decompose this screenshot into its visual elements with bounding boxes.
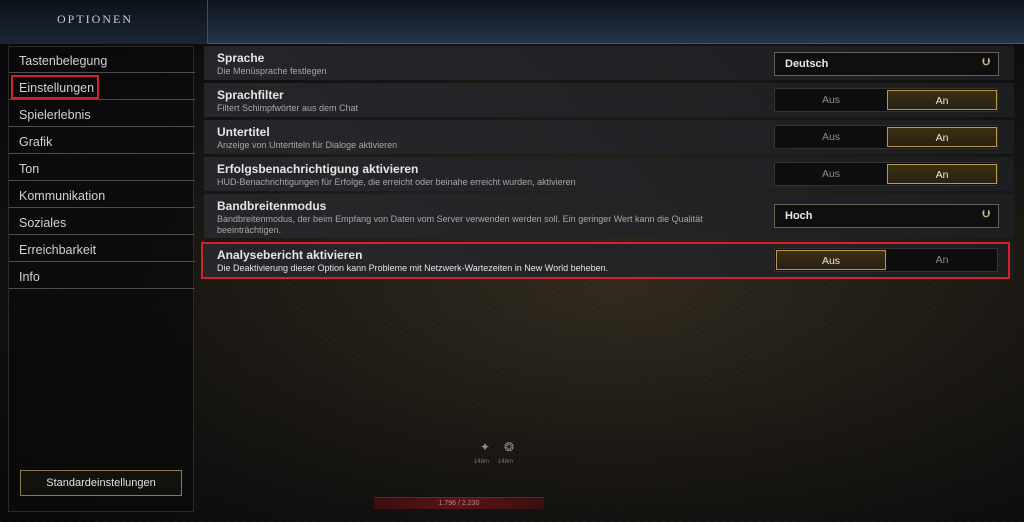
setting-description: Bandbreitenmodus, der beim Empfang von D… (217, 214, 703, 235)
bandwidth-dropdown[interactable]: Hoch ⮋ (774, 204, 999, 228)
reset-defaults-button[interactable]: Standardeinstellungen (20, 470, 182, 496)
sidebar-item-label: Spielerlebnis (19, 108, 91, 122)
sidebar: Tastenbelegung Einstellungen Spielerlebn… (8, 46, 195, 512)
setting-row-erfolgsbenachrichtigung: Erfolgsbenachrichtigung aktivieren HUD-B… (204, 157, 1014, 191)
toggle-option-on[interactable]: An (887, 127, 997, 147)
setting-description: Die Menüsprache festlegen (217, 66, 327, 76)
setting-title: Sprachfilter (217, 88, 284, 102)
setting-title: Erfolgsbenachrichtigung aktivieren (217, 162, 419, 176)
sidebar-item-erreichbarkeit[interactable]: Erreichbarkeit (9, 236, 195, 262)
options-tab[interactable]: OPTIONEN (0, 0, 208, 44)
options-window: OPTIONEN Tastenbelegung Einstellungen Sp… (0, 0, 1024, 522)
chevron-down-icon: ⮋ (982, 209, 990, 220)
sidebar-item-info[interactable]: Info (9, 263, 195, 289)
setting-row-sprache: Sprache Die Menüsprache festlegen Deutsc… (204, 46, 1014, 80)
toggle-option-on[interactable]: An (887, 90, 997, 110)
toggle-option-off[interactable]: Aus (776, 90, 886, 110)
page-title: OPTIONEN (57, 12, 133, 26)
sidebar-item-label: Soziales (19, 216, 67, 230)
sidebar-item-label: Info (19, 270, 40, 284)
health-bar: 1.796 / 2.230 (374, 497, 544, 509)
dropdown-value: Deutsch (785, 58, 829, 70)
setting-row-sprachfilter: Sprachfilter Filtert Schimpfwörter aus d… (204, 83, 1014, 117)
setting-description: Anzeige von Untertiteln für Dialoge akti… (217, 140, 398, 150)
header-bar: OPTIONEN (0, 0, 1024, 44)
sidebar-item-grafik[interactable]: Grafik (9, 128, 195, 154)
sidebar-item-label: Ton (19, 162, 40, 176)
toggle-option-on[interactable]: An (887, 164, 997, 184)
setting-description: HUD-Benachrichtigungen für Erfolge, die … (217, 177, 576, 187)
setting-title: Untertitel (217, 125, 270, 139)
sidebar-item-label: Kommunikation (19, 189, 106, 203)
sidebar-item-spielerlebnis[interactable]: Spielerlebnis (9, 101, 195, 127)
sidebar-item-ton[interactable]: Ton (9, 155, 195, 181)
sparkle-icon: ✦ (479, 440, 491, 454)
selected-item-highlight (11, 75, 99, 99)
untertitel-toggle: Aus An (774, 125, 998, 149)
wolf-icon: ❂ (503, 440, 515, 454)
erfolg-toggle: Aus An (774, 162, 998, 186)
sidebar-item-label: Grafik (19, 135, 53, 149)
sidebar-item-soziales[interactable]: Soziales (9, 209, 195, 235)
toggle-option-off[interactable]: Aus (776, 164, 886, 184)
sidebar-item-label: Tastenbelegung (19, 54, 108, 68)
health-text: 1.796 / 2.230 (438, 500, 480, 507)
hud-distance-right: 148m (498, 459, 514, 465)
analyse-row-highlight (201, 242, 1010, 279)
sidebar-item-tastenbelegung[interactable]: Tastenbelegung (9, 47, 195, 73)
sidebar-item-label: Erreichbarkeit (19, 243, 97, 257)
setting-title: Sprache (217, 51, 265, 65)
dropdown-value: Hoch (785, 210, 813, 222)
sidebar-item-kommunikation[interactable]: Kommunikation (9, 182, 195, 208)
setting-description: Filtert Schimpfwörter aus dem Chat (217, 103, 359, 113)
toggle-option-off[interactable]: Aus (776, 127, 886, 147)
chevron-down-icon: ⮋ (982, 57, 990, 68)
setting-row-bandbreitenmodus: Bandbreitenmodus Bandbreitenmodus, der b… (204, 194, 1014, 238)
setting-row-untertitel: Untertitel Anzeige von Untertiteln für D… (204, 120, 1014, 154)
language-dropdown[interactable]: Deutsch ⮋ (774, 52, 999, 76)
hud-distance-left: 148m (474, 459, 490, 465)
sprachfilter-toggle: Aus An (774, 88, 998, 112)
setting-title: Bandbreitenmodus (217, 199, 327, 213)
